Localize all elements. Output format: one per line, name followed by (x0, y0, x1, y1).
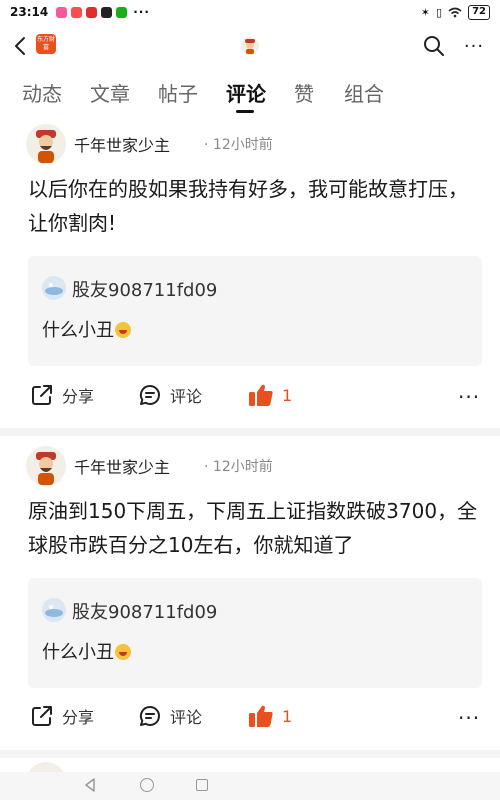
app-notification-icon (71, 6, 83, 18)
active-tab-indicator (236, 110, 254, 113)
action-bar: 分享 评论 1 ··· (0, 704, 500, 734)
back-button[interactable] (8, 32, 32, 60)
tab-articles[interactable]: 文章 (90, 78, 130, 107)
tab-comments[interactable]: 评论 (226, 78, 266, 107)
tab-posts[interactable]: 帖子 (158, 78, 198, 107)
like-count: 1 (282, 706, 293, 726)
laugh-emoji-icon (115, 644, 131, 660)
quoted-comment[interactable]: 股友908711fd09 什么小丑 (28, 578, 482, 688)
timestamp: · 12小时前 (204, 459, 273, 475)
action-bar: 分享 评论 1 ··· (0, 383, 500, 413)
tab-dynamic[interactable]: 动态 (22, 78, 62, 107)
comment-text[interactable]: 以后你在的股如果我持有好多，我可能故意打压，让你割肉! (28, 172, 478, 240)
comment-icon (139, 384, 160, 405)
share-icon (32, 706, 52, 726)
author-name[interactable]: 千年世家少主 (74, 454, 170, 478)
divider (0, 750, 500, 758)
comment-label: 评论 (170, 708, 203, 727)
avatar[interactable] (42, 276, 66, 300)
app-notification-icon (56, 6, 68, 18)
app-notification-icon (86, 6, 98, 18)
comment-label: 评论 (170, 387, 203, 406)
more-notifications-icon: ··· (133, 5, 150, 19)
avatar[interactable] (26, 446, 66, 486)
quoted-username[interactable]: 股友908711fd09 (72, 598, 217, 624)
chevron-left-icon (15, 37, 25, 55)
wifi-icon (448, 7, 462, 17)
comment-header: 千年世家少主 · 12小时前 (26, 124, 486, 164)
app-notification-icon (101, 6, 113, 18)
more-options-icon[interactable]: ··· (458, 385, 480, 409)
search-button[interactable] (422, 34, 446, 58)
thumbs-up-icon (249, 384, 273, 406)
share-button[interactable]: 分享 (30, 383, 94, 407)
thumbs-up-icon (249, 705, 273, 727)
quoted-username[interactable]: 股友908711fd09 (72, 276, 217, 302)
profile-tabs: 动态 文章 帖子 评论 赞 组合 (0, 74, 500, 114)
more-button[interactable]: ··· (462, 34, 486, 58)
avatar[interactable] (26, 124, 66, 164)
comment-card: 千年世家少主 · 12小时前 以后你在的股如果我持有好多，我可能故意打压，让你割… (0, 124, 500, 430)
app-logo[interactable]: 东方财富 (36, 34, 56, 54)
comment-card: 千年世家少主 · 12小时前 原油到150下周五，下周五上证指数跌破3700，全… (0, 446, 500, 752)
nfc-icon: ✶ (420, 5, 431, 19)
nav-recents-icon[interactable] (196, 779, 208, 791)
quoted-text-value: 什么小丑 (42, 642, 114, 663)
share-icon (32, 385, 52, 405)
tab-likes[interactable]: 赞 (294, 78, 314, 107)
timestamp-value: 12小时前 (212, 459, 273, 475)
like-count: 1 (282, 385, 293, 405)
timestamp-value: 12小时前 (212, 137, 273, 153)
author-name[interactable]: 千年世家少主 (74, 132, 170, 156)
like-button[interactable]: 1 (248, 704, 292, 728)
share-button[interactable]: 分享 (30, 704, 94, 728)
comment-button[interactable]: 评论 (138, 383, 202, 407)
comment-text[interactable]: 原油到150下周五，下周五上证指数跌破3700，全球股市跌百分之10左右，你就知… (28, 494, 478, 562)
quoted-text-value: 什么小丑 (42, 320, 114, 341)
profile-avatar[interactable] (240, 36, 260, 56)
nav-home-icon[interactable] (140, 778, 154, 792)
quoted-text: 什么小丑 (42, 316, 131, 342)
comment-button[interactable]: 评论 (138, 704, 202, 728)
comment-icon (139, 705, 160, 726)
status-bar: 23:14 ··· ✶ ▯ 72 (0, 0, 500, 24)
more-options-icon[interactable]: ··· (458, 706, 480, 730)
search-icon (424, 36, 444, 56)
like-button[interactable]: 1 (248, 383, 292, 407)
top-bar: 东方财富 ··· (0, 28, 500, 64)
laugh-emoji-icon (115, 322, 131, 338)
nav-back-icon[interactable] (84, 778, 96, 792)
timestamp: · 12小时前 (204, 137, 273, 153)
avatar[interactable] (42, 598, 66, 622)
system-nav-bar (0, 772, 500, 800)
app-notification-icon (116, 6, 128, 18)
vibrate-icon: ▯ (436, 5, 443, 19)
tab-portfolio[interactable]: 组合 (344, 78, 384, 107)
share-label: 分享 (62, 708, 95, 727)
share-label: 分享 (62, 387, 95, 406)
quoted-text: 什么小丑 (42, 638, 131, 664)
divider (0, 428, 500, 436)
comment-header: 千年世家少主 · 12小时前 (26, 446, 486, 486)
status-time: 23:14 (10, 5, 49, 19)
battery-indicator: 72 (468, 4, 490, 20)
quoted-comment[interactable]: 股友908711fd09 什么小丑 (28, 256, 482, 366)
more-horizontal-icon: ··· (463, 35, 485, 57)
